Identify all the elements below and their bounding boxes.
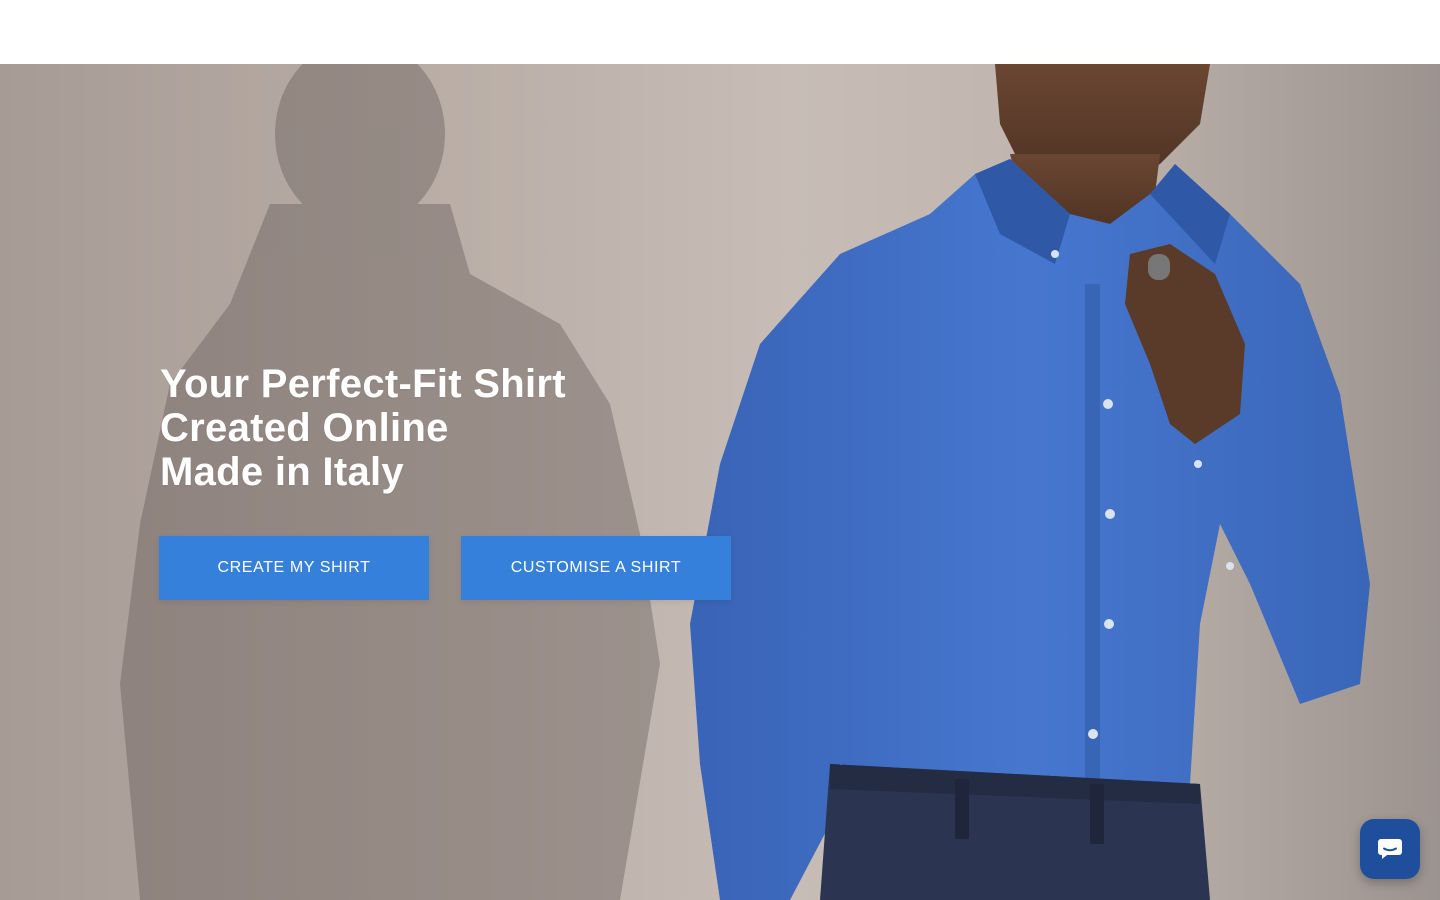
hero-banner: Your Perfect-Fit Shirt Created Online Ma…	[0, 64, 1440, 900]
top-navigation-bar	[0, 0, 1440, 64]
chat-widget-button[interactable]	[1360, 819, 1420, 879]
hero-headline: Your Perfect-Fit Shirt Created Online Ma…	[160, 362, 720, 494]
customise-a-shirt-button[interactable]: CUSTOMISE A SHIRT	[461, 536, 731, 600]
model-trousers	[820, 764, 1210, 900]
headline-line-3: Made in Italy	[160, 450, 404, 494]
create-my-shirt-button[interactable]: CREATE MY SHIRT	[159, 536, 429, 600]
chat-bubble-icon	[1378, 839, 1402, 859]
headline-line-1: Your Perfect-Fit Shirt	[160, 362, 566, 406]
headline-line-2: Created Online	[160, 406, 449, 450]
